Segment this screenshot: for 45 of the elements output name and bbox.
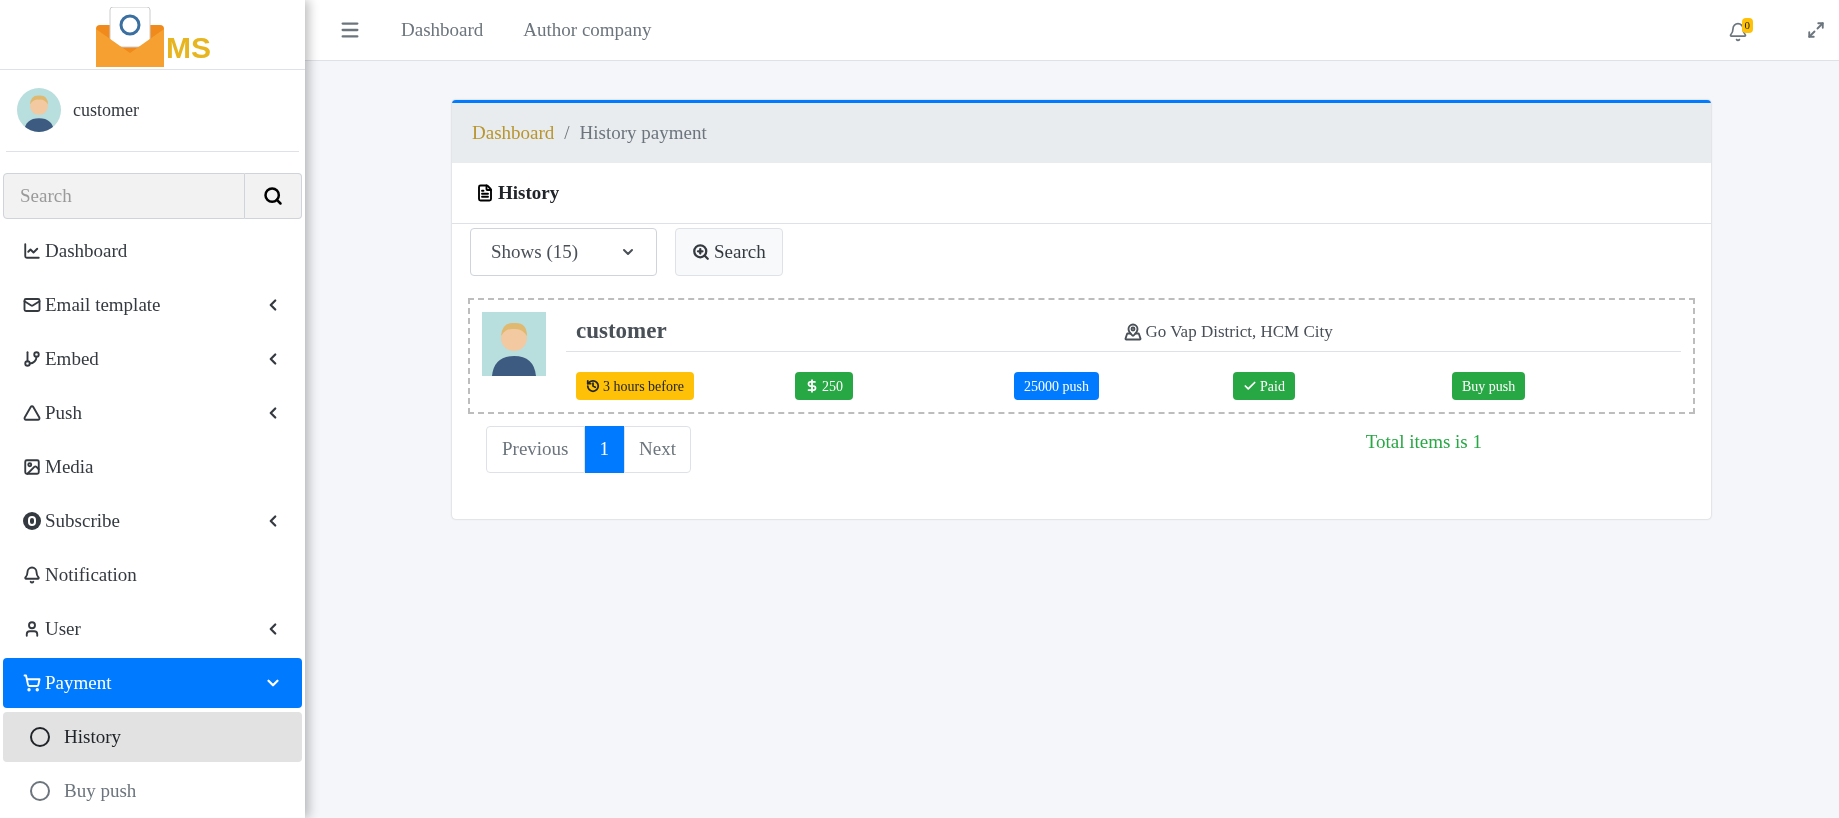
sidebar-item[interactable]: Dashboard <box>3 226 302 276</box>
user-avatar <box>17 88 61 133</box>
nav-link[interactable]: Dashboard <box>401 15 484 45</box>
sidebar-item[interactable]: Email template <box>3 280 302 330</box>
breadcrumb-separator: / <box>564 120 570 145</box>
invoice-icon <box>476 184 494 202</box>
status-badge: 25000 push <box>1014 372 1099 400</box>
notification-count: 0 <box>1741 18 1753 33</box>
card-title: History <box>498 180 560 205</box>
page-button[interactable]: 1 <box>584 426 624 473</box>
customer-location: Go Vap District, HCM City <box>1123 318 1671 345</box>
search-button[interactable] <box>245 172 302 219</box>
sidebar-item[interactable]: Push <box>3 388 302 438</box>
status-badge: Paid <box>1233 372 1295 400</box>
status-badge: 250 <box>795 372 853 400</box>
search-button[interactable]: Search <box>675 228 783 276</box>
sidebar-item[interactable]: Payment <box>3 658 302 708</box>
badge-icon <box>1243 379 1257 393</box>
customer-name: customer <box>576 317 668 346</box>
fullscreen-icon[interactable] <box>1807 21 1825 39</box>
next-button[interactable]: Next <box>624 426 691 473</box>
sidebar-item[interactable]: Notification <box>3 550 302 600</box>
zoom-icon <box>692 243 710 261</box>
page-size-select[interactable]: Shows (15) <box>470 228 657 276</box>
sidebar-item[interactable]: Subscribe <box>3 496 302 546</box>
customer-avatar <box>482 312 546 376</box>
previous-button[interactable]: Previous <box>486 426 585 473</box>
sidebar-item[interactable]: Media <box>3 442 302 492</box>
notification-icon[interactable] <box>1727 22 1748 42</box>
search-icon <box>263 185 283 206</box>
submenu-item[interactable]: History <box>3 712 302 762</box>
sidebar-item[interactable]: User <box>3 604 302 654</box>
badge-icon <box>586 379 600 393</box>
app-logo: MS <box>94 6 211 69</box>
user-name[interactable]: customer <box>73 96 139 124</box>
sidebar-item[interactable]: Embed <box>3 334 302 384</box>
badge-icon <box>805 379 819 393</box>
status-badge: Buy push <box>1452 372 1526 400</box>
nav-link[interactable]: Author company <box>523 15 652 45</box>
total-items: Total items is 1 <box>1365 430 1482 454</box>
submenu-item[interactable]: Buy push <box>3 766 302 816</box>
breadcrumb-item: History payment <box>579 120 707 145</box>
map-icon <box>1123 322 1142 341</box>
search-field[interactable]: Search <box>3 172 245 219</box>
status-badge: 3 hours before <box>576 372 694 400</box>
